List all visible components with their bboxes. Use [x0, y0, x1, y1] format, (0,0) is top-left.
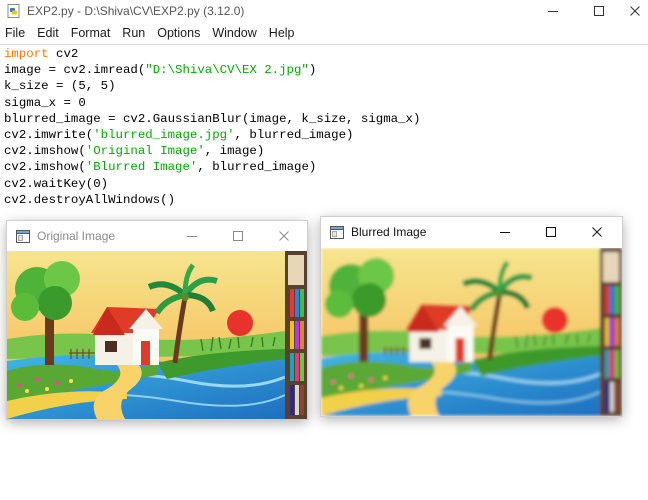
code-line: blurred_image = cv2.GaussianBlur(image, …	[4, 111, 644, 127]
code-text: , blurred_image)	[234, 127, 354, 142]
code-text: blurred_image = cv2.GaussianBlur(image, …	[4, 111, 421, 126]
code-text: , blurred_image)	[197, 160, 317, 175]
code-string: 'Original Image'	[85, 144, 205, 159]
idle-title-bar: EXP2.py - D:\Shiva\CV\EXP2.py (3.12.0)	[0, 0, 648, 22]
blurred-close-button[interactable]	[574, 217, 620, 247]
close-icon	[279, 231, 289, 241]
code-text: cv2.destroyAllWindows()	[4, 192, 176, 207]
original-image-window[interactable]: Original Image	[7, 221, 307, 419]
idle-window-title: EXP2.py - D:\Shiva\CV\EXP2.py (3.12.0)	[27, 4, 245, 18]
blurred-image	[321, 248, 622, 416]
code-editor[interactable]: import cv2 image = cv2.imread("D:\Shiva\C…	[4, 46, 644, 208]
original-close-button[interactable]	[261, 221, 307, 251]
code-line: cv2.imshow('Blurred Image', blurred_imag…	[4, 159, 644, 175]
python-file-icon	[7, 4, 20, 18]
code-line: image = cv2.imread("D:\Shiva\CV\EX 2.jpg…	[4, 62, 644, 78]
menu-file[interactable]: File	[0, 22, 31, 44]
code-line: k_size = (5, 5)	[4, 78, 644, 94]
code-text: sigma_x = 0	[4, 95, 86, 110]
window-app-icon	[330, 225, 344, 239]
minimize-icon	[187, 236, 197, 237]
original-image	[7, 251, 307, 419]
menu-help[interactable]: Help	[263, 22, 301, 44]
blurred-title-bar[interactable]: Blurred Image	[321, 217, 622, 247]
code-line: cv2.waitKey(0)	[4, 176, 644, 192]
menu-run[interactable]: Run	[116, 22, 151, 44]
original-maximize-button[interactable]	[215, 221, 261, 251]
idle-maximize-button[interactable]	[576, 0, 622, 22]
code-string: 'Blurred Image'	[85, 160, 198, 175]
original-window-title: Original Image	[37, 229, 116, 243]
code-string: "D:\Shiva\CV\EX 2.jpg"	[145, 63, 309, 78]
blurred-window-title: Blurred Image	[351, 225, 427, 239]
code-line: import cv2	[4, 46, 644, 62]
blurred-minimize-button[interactable]	[482, 217, 528, 247]
code-text: cv2.imwrite(	[4, 127, 94, 142]
code-text: , image)	[204, 144, 265, 159]
code-line: sigma_x = 0	[4, 95, 644, 111]
code-line: cv2.destroyAllWindows()	[4, 192, 644, 208]
menu-options[interactable]: Options	[151, 22, 206, 44]
blurred-image-window[interactable]: Blurred Image	[321, 217, 622, 416]
code-text: )	[308, 63, 317, 78]
code-text: cv2.waitKey(0)	[4, 176, 109, 191]
code-line: cv2.imwrite('blurred_image.jpg', blurred…	[4, 127, 644, 143]
menu-format[interactable]: Format	[65, 22, 117, 44]
code-text: cv2.imshow(	[4, 144, 86, 159]
minimize-icon	[500, 232, 510, 233]
idle-minimize-button[interactable]	[530, 0, 576, 22]
code-text: cv2.imshow(	[4, 160, 86, 175]
maximize-icon	[233, 231, 243, 241]
minimize-icon	[548, 11, 558, 12]
blurred-maximize-button[interactable]	[528, 217, 574, 247]
maximize-icon	[594, 6, 604, 16]
idle-close-button[interactable]	[622, 0, 648, 22]
code-keyword: import	[4, 47, 49, 61]
original-minimize-button[interactable]	[169, 221, 215, 251]
close-icon	[630, 6, 640, 16]
menu-edit[interactable]: Edit	[31, 22, 65, 44]
code-text: k_size = (5, 5)	[4, 79, 116, 94]
code-line: cv2.imshow('Original Image', image)	[4, 143, 644, 159]
close-icon	[592, 227, 602, 237]
code-text: cv2	[48, 47, 79, 61]
code-text: image = cv2.imread(	[4, 63, 146, 78]
code-string: 'blurred_image.jpg'	[93, 127, 235, 142]
maximize-icon	[546, 227, 556, 237]
menu-bar: File Edit Format Run Options Window Help	[0, 22, 648, 45]
original-title-bar[interactable]: Original Image	[7, 221, 307, 251]
window-app-icon	[16, 229, 30, 243]
menu-window[interactable]: Window	[206, 22, 262, 44]
